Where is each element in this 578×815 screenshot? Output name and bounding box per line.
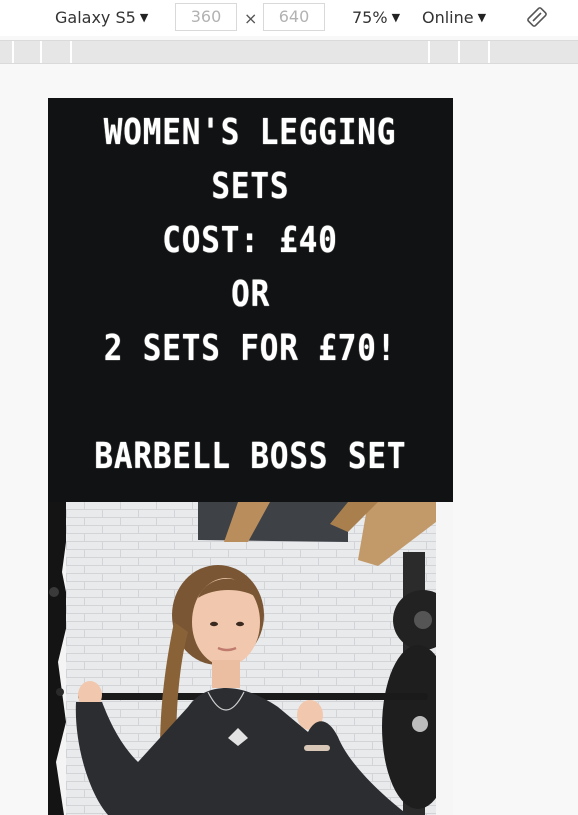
device-select[interactable]: Galaxy S5 ▼	[55, 8, 148, 28]
dimension-separator: ×	[244, 9, 258, 28]
promo-title-line-1: WOMEN'S LEGGING	[104, 112, 397, 153]
media-query-ruler[interactable]	[0, 40, 578, 64]
promo-or: OR	[230, 274, 270, 315]
ruler-tick	[458, 41, 460, 63]
chevron-down-icon: ▼	[477, 11, 487, 24]
zoom-select-label: 75%	[352, 8, 388, 27]
ruler-tick	[40, 41, 42, 63]
ruler-tick	[428, 41, 430, 63]
product-name: BARBELL BOSS SET	[94, 436, 407, 477]
width-input[interactable]: 360	[175, 3, 237, 31]
device-toolbar: Galaxy S5 ▼ 360 × 640 75% ▼ Online ▼	[0, 0, 578, 36]
zoom-select[interactable]: 75% ▼	[352, 8, 400, 28]
ruler-tick	[70, 41, 72, 63]
network-select-label: Online	[422, 8, 474, 27]
ruler-tick	[12, 41, 14, 63]
chevron-down-icon: ▼	[139, 11, 149, 24]
network-throttle-select[interactable]: Online ▼	[422, 8, 486, 28]
rotate-icon[interactable]	[526, 6, 548, 28]
product-photo-image	[48, 502, 453, 815]
height-input[interactable]: 640	[263, 3, 325, 31]
ruler-tick	[488, 41, 490, 63]
chevron-down-icon: ▼	[391, 11, 401, 24]
promo-banner: WOMEN'S LEGGING SETS COST: £40 OR 2 SETS…	[48, 98, 453, 502]
device-viewport: WOMEN'S LEGGING SETS COST: £40 OR 2 SETS…	[48, 98, 453, 815]
promo-title-line-2: SETS	[211, 166, 290, 207]
device-select-label: Galaxy S5	[55, 8, 136, 27]
promo-price: COST: £40	[162, 220, 339, 261]
promo-offer: 2 SETS FOR £70!	[104, 328, 397, 369]
product-photo	[48, 502, 453, 815]
